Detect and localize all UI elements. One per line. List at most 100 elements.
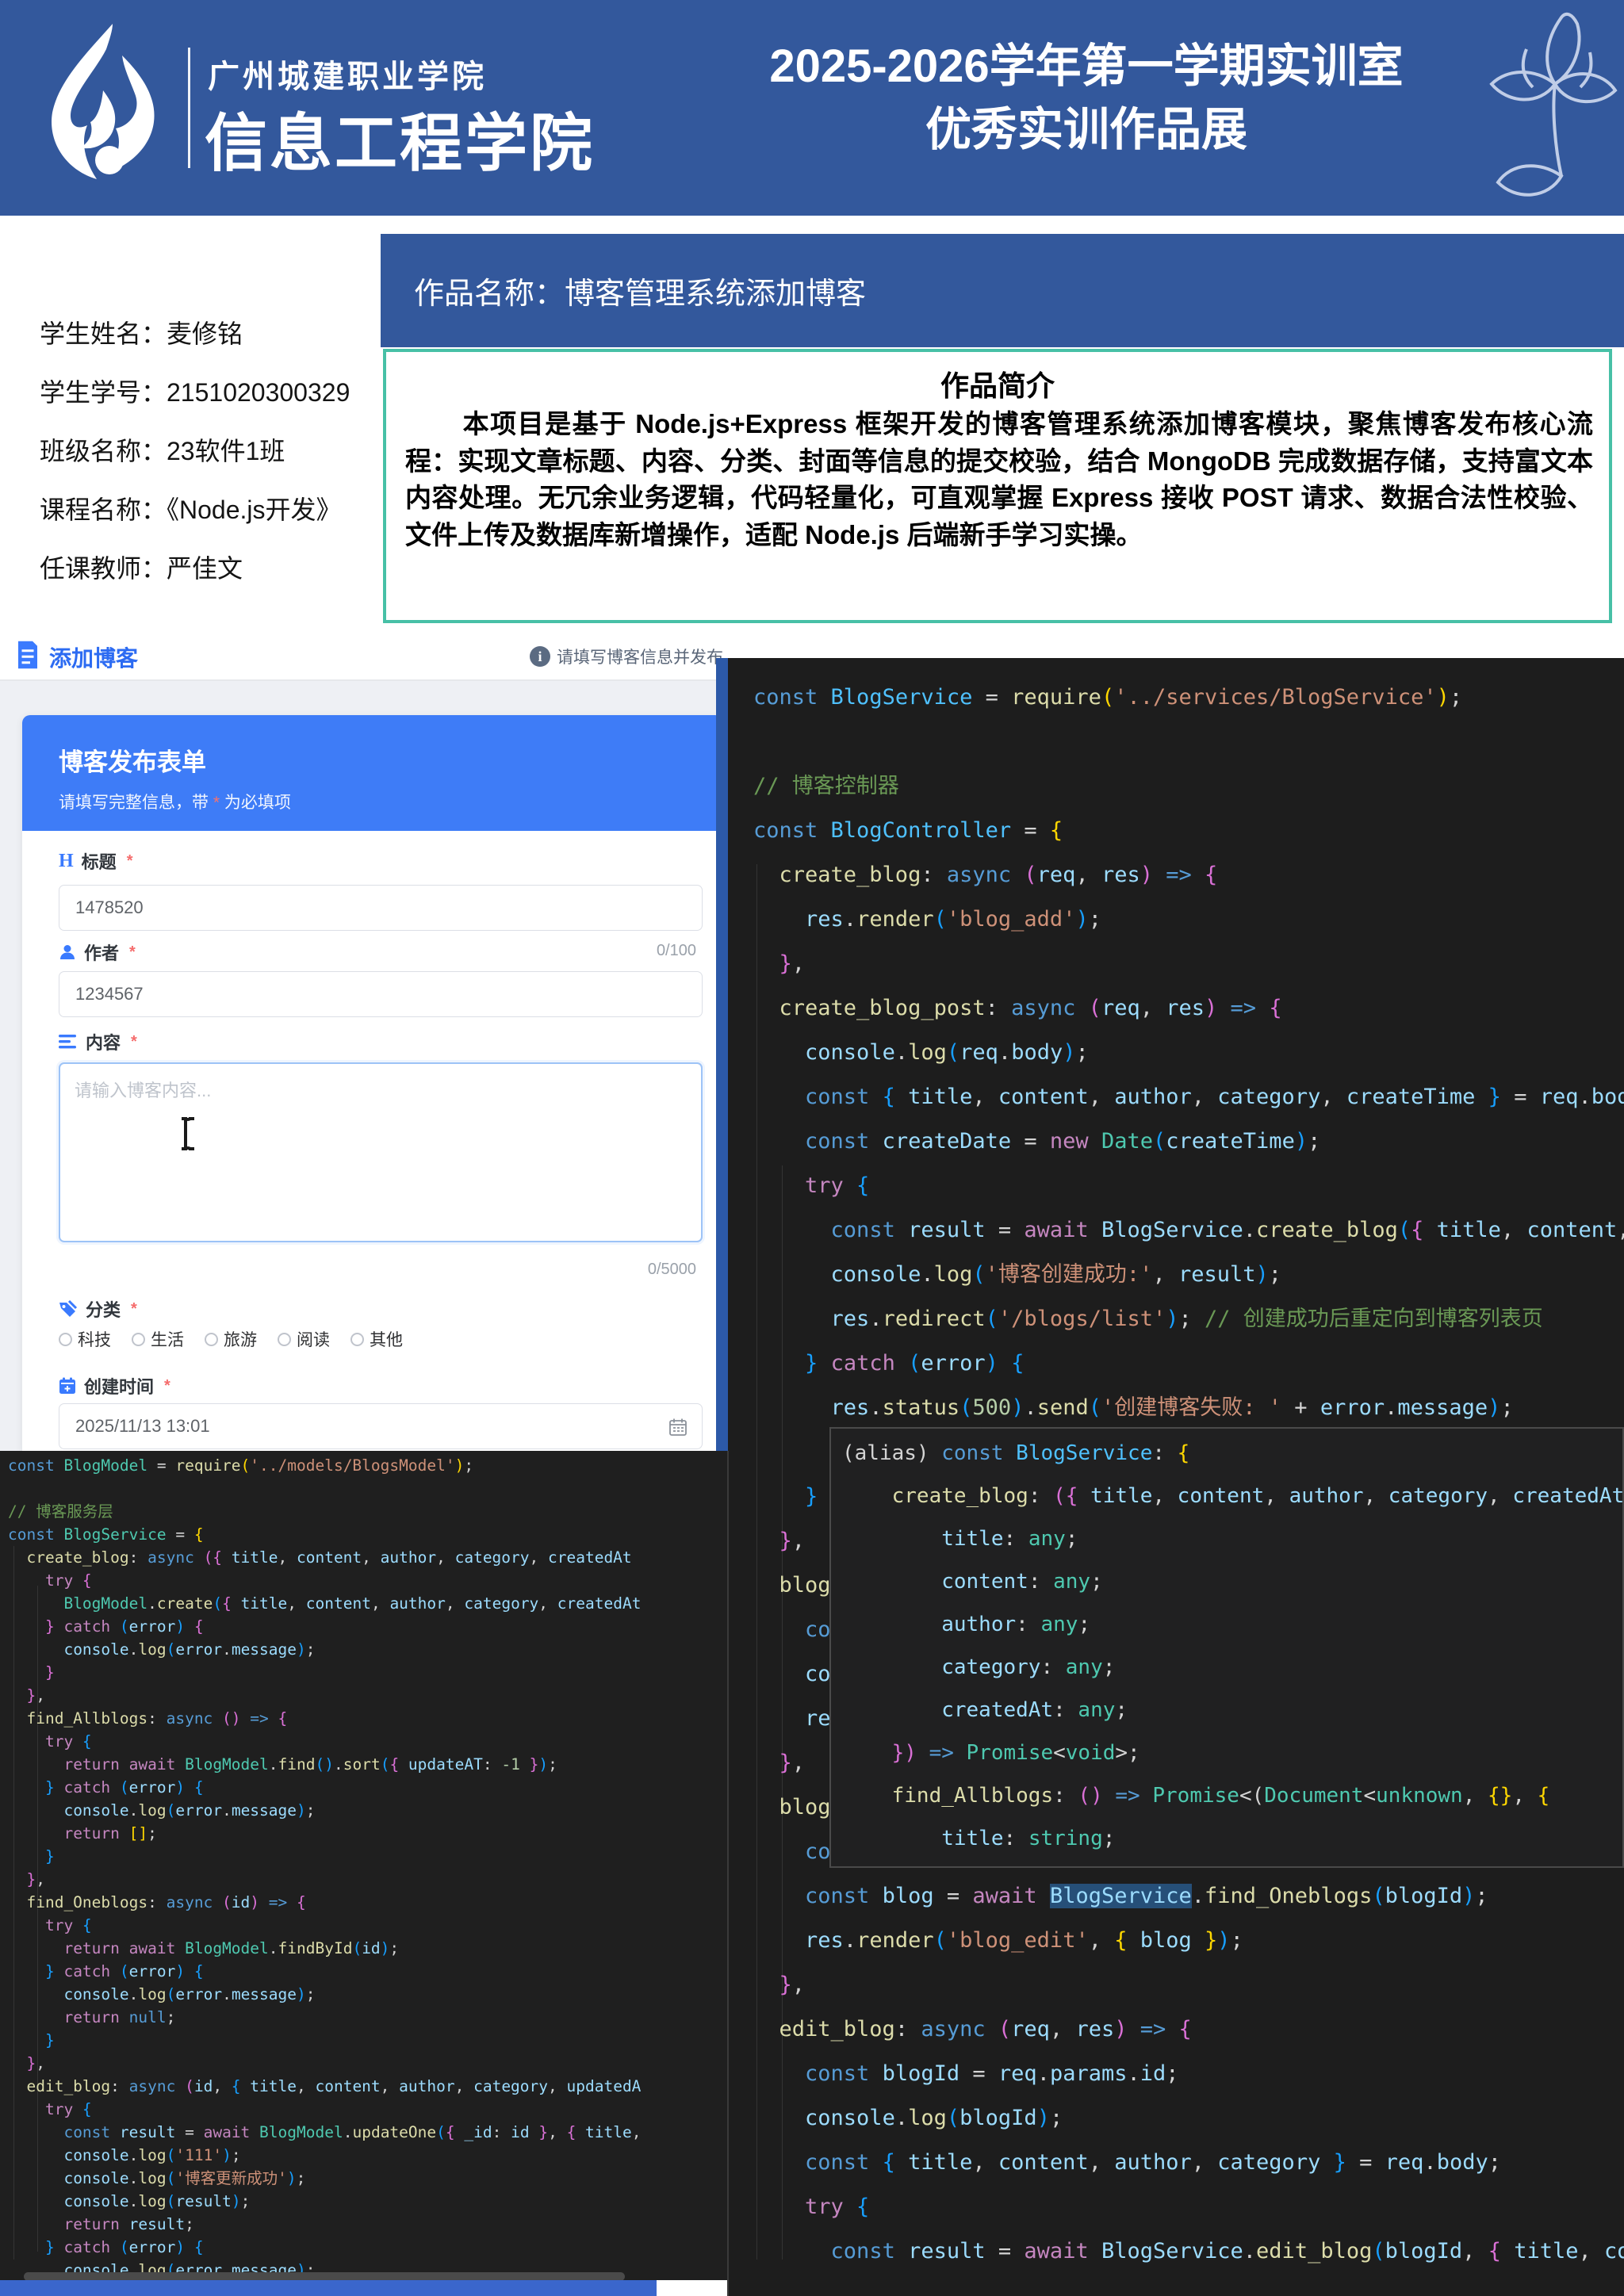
banner-title-line1: 2025-2026学年第一学期实训室	[706, 35, 1467, 98]
code-line: console.log('111');	[8, 2144, 642, 2167]
title-required-star: *	[127, 852, 133, 871]
title-input-value: 1478520	[75, 897, 144, 918]
radio-label: 科技	[78, 1327, 111, 1351]
title-char-counter: 0/100	[657, 942, 696, 960]
intellisense-hover-tooltip: (alias) const BlogService: { create_blog…	[829, 1427, 1624, 1868]
createtime-field-label: 创建时间 *	[59, 1373, 170, 1399]
code-line: } catch (error) {	[8, 2236, 642, 2259]
code-editor-blogservice: const BlogModel = require('../models/Blo…	[0, 1451, 728, 2280]
code-line: },	[8, 1868, 642, 1891]
radio-option-reading[interactable]: 阅读	[278, 1327, 330, 1351]
code-line: console.log(error.message);	[8, 1983, 642, 2006]
form-card-title: 博客发布表单	[59, 742, 206, 778]
poster-page: 广州城建职业学院 信息工程学院 2025-2026学年第一学期实训室 优秀实训作…	[0, 0, 1624, 2296]
college-logo-flame-icon	[27, 21, 179, 190]
form-tip: i 请填写博客信息并发布	[530, 645, 723, 668]
code-line: createdAt: any;	[842, 1689, 1624, 1732]
student-class-row: 班级名称：23软件1班	[40, 431, 350, 468]
content-field-label: 内容 *	[59, 1029, 137, 1054]
code-line: BlogModel.create({ title, content, autho…	[8, 1592, 642, 1615]
blog-form-card: 博客发布表单 请填写完整信息，带 * 为必填项 H 标题 * 1478520 0…	[22, 715, 723, 1451]
info-icon: i	[530, 646, 550, 667]
radio-option-life[interactable]: 生活	[132, 1327, 184, 1351]
work-name-text: 作品名称：博客管理系统添加博客	[414, 269, 866, 312]
code-line: const { title, content, author, category…	[753, 1075, 1624, 1119]
radio-option-tech[interactable]: 科技	[59, 1327, 111, 1351]
code-line: try {	[753, 1164, 1624, 1208]
content-label-text: 内容	[86, 1029, 121, 1054]
student-course-row: 课程名称：《Node.js开发》	[40, 490, 350, 526]
code-line: try {	[8, 1914, 642, 1937]
category-radio-group: 科技 生活 旅游 阅读 其他	[59, 1327, 403, 1351]
radio-circle-icon	[132, 1333, 145, 1346]
radio-circle-icon	[59, 1333, 72, 1346]
code-line: // 博客控制器	[753, 764, 1624, 809]
left-panel-bottom-bar	[0, 2280, 657, 2296]
tag-icon	[59, 1300, 78, 1318]
code-line: } catch (error) {	[8, 1615, 642, 1638]
banner-divider	[188, 48, 190, 168]
form-app-header: 添加博客 i 请填写博客信息并发布	[0, 630, 728, 681]
createtime-required-star: *	[164, 1377, 170, 1395]
heading-icon: H	[59, 851, 74, 872]
code-line: } catch (error) {	[753, 1341, 1624, 1386]
code-line: },	[753, 1963, 1624, 2007]
subtitle-pre: 请填写完整信息，带	[59, 794, 213, 812]
code-line: console.log('博客更新成功');	[8, 2167, 642, 2190]
banner-school-name: 广州城建职业学院	[208, 51, 487, 97]
code-line: create_blog: async (req, res) => {	[753, 853, 1624, 897]
text-cursor-icon	[177, 1116, 199, 1151]
code-line: content: any;	[842, 1560, 1624, 1603]
banner-bottom-gap	[0, 216, 1624, 234]
lotus-decoration-icon	[1463, 5, 1622, 212]
code-line: const blog = await BlogService.find_Oneb…	[753, 1874, 1624, 1919]
radio-circle-icon	[278, 1333, 291, 1346]
code-line: return result;	[8, 2213, 642, 2236]
content-required-star: *	[131, 1033, 137, 1051]
code-line: find_Allblogs: () => Promise<(Document<u…	[842, 1774, 1624, 1817]
code-line: const blogId = req.params.id;	[753, 2052, 1624, 2096]
code-line: console.log('博客创建成功:', result);	[753, 1253, 1624, 1297]
code-line: return [];	[8, 1822, 642, 1845]
code-line: }	[8, 1661, 642, 1684]
author-label-text: 作者	[84, 939, 119, 965]
category-required-star: *	[131, 1300, 137, 1318]
calendar-picker-icon[interactable]	[668, 1418, 688, 1437]
code-line: const BlogModel = require('../models/Blo…	[8, 1454, 642, 1477]
code-line: } catch (error) {	[8, 1776, 642, 1799]
radio-circle-icon	[205, 1333, 218, 1346]
radio-label: 旅游	[224, 1327, 257, 1351]
code-line: const result = await BlogService.edit_bl…	[753, 2229, 1624, 2274]
code-line: title: string;	[842, 1817, 1624, 1860]
content-textarea[interactable]: 请输入博客内容...	[59, 1062, 703, 1242]
createtime-label-text: 创建时间	[84, 1373, 154, 1399]
code-line: find_Allblogs: async () => {	[8, 1707, 642, 1730]
radio-option-other[interactable]: 其他	[350, 1327, 403, 1351]
banner-college-name: 信息工程学院	[205, 92, 595, 183]
horizontal-scrollbar[interactable]	[24, 2272, 625, 2280]
code-line: title: any;	[842, 1517, 1624, 1560]
banner-title: 2025-2026学年第一学期实训室 优秀实训作品展	[706, 35, 1467, 162]
code-line: (alias) const BlogService: {	[842, 1432, 1624, 1475]
left-panel-bottom-gap	[657, 2280, 728, 2296]
banner: 广州城建职业学院 信息工程学院 2025-2026学年第一学期实训室 优秀实训作…	[0, 0, 1624, 216]
author-input[interactable]: 1234567	[59, 971, 703, 1017]
code-line: return await BlogModel.findById(id);	[8, 1937, 642, 1960]
content-placeholder: 请输入博客内容...	[75, 1077, 211, 1102]
code-line: res.status(500).send('创建博客失败: ' + error.…	[753, 1386, 1624, 1430]
category-field-label: 分类 *	[59, 1296, 137, 1322]
code-line	[753, 720, 1624, 764]
code-line: const createDate = new Date(createTime);	[753, 1119, 1624, 1164]
radio-option-travel[interactable]: 旅游	[205, 1327, 257, 1351]
code-line: }) => Promise<void>;	[842, 1732, 1624, 1774]
title-input[interactable]: 1478520	[59, 885, 703, 931]
form-page-title: 添加博客	[49, 641, 138, 673]
code-line: console.log(req.body);	[753, 1031, 1624, 1075]
code-line: console.log(blogId);	[753, 2096, 1624, 2141]
createtime-input[interactable]: 2025/11/13 13:01	[59, 1403, 703, 1449]
code-line: const result = await BlogService.create_…	[753, 1208, 1624, 1253]
student-teacher-row: 任课教师：严佳文	[40, 549, 350, 585]
banner-title-line2: 优秀实训作品展	[706, 98, 1467, 162]
code-line: try {	[8, 2098, 642, 2121]
code-line: },	[8, 1684, 642, 1707]
